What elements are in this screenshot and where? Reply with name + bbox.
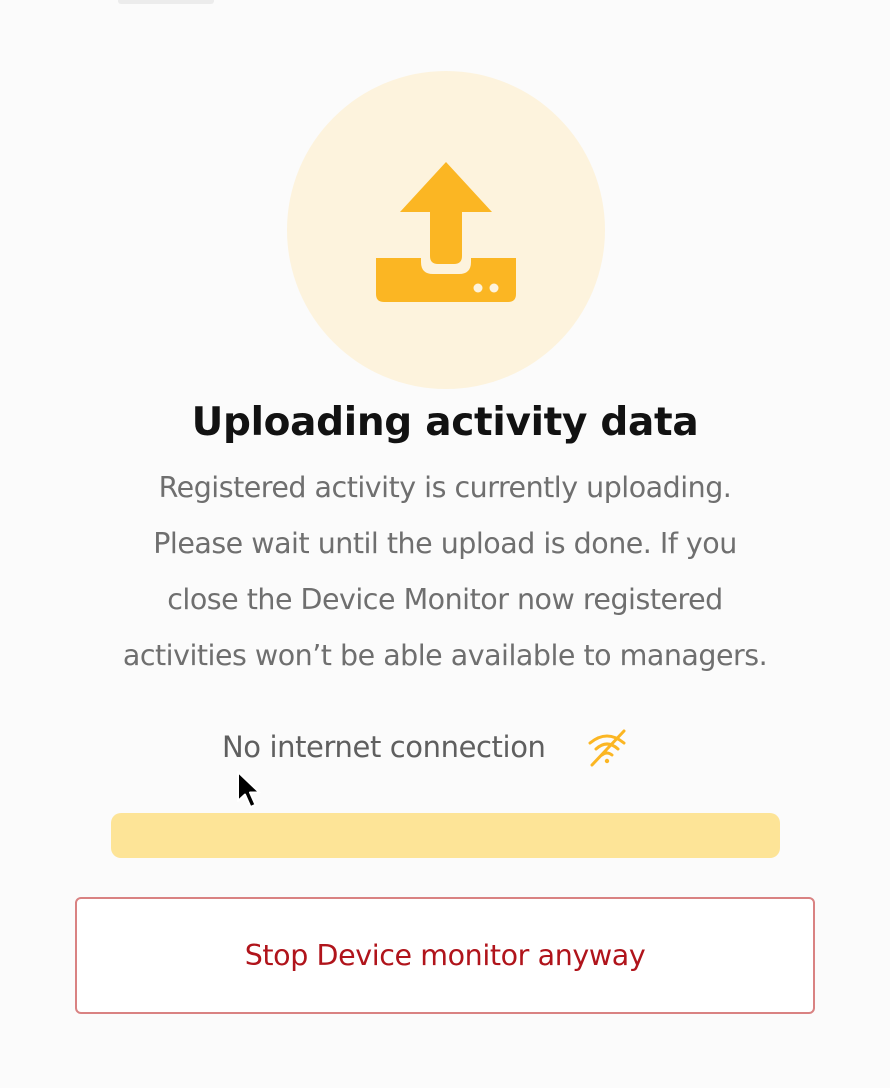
mouse-pointer-icon	[237, 771, 261, 808]
dialog-message: Registered activity is currently uploadi…	[60, 460, 830, 684]
connection-status: No internet connection	[222, 724, 630, 770]
stop-device-monitor-button[interactable]: Stop Device monitor anyway	[75, 897, 815, 1014]
message-line: activities won’t be able available to ma…	[122, 639, 768, 672]
message-line: close the Device Monitor now registered	[167, 583, 723, 616]
upload-icon	[376, 162, 516, 302]
wifi-off-icon	[588, 729, 626, 767]
upload-progress-bar	[111, 813, 780, 858]
dialog-title: Uploading activity data	[191, 400, 699, 445]
top-edge-sliver	[118, 0, 214, 4]
message-line: Please wait until the upload is done. If…	[153, 527, 737, 560]
connection-status-text: No internet connection	[222, 730, 546, 764]
message-line: Registered activity is currently uploadi…	[158, 471, 732, 504]
stop-button-label: Stop Device monitor anyway	[244, 939, 646, 972]
